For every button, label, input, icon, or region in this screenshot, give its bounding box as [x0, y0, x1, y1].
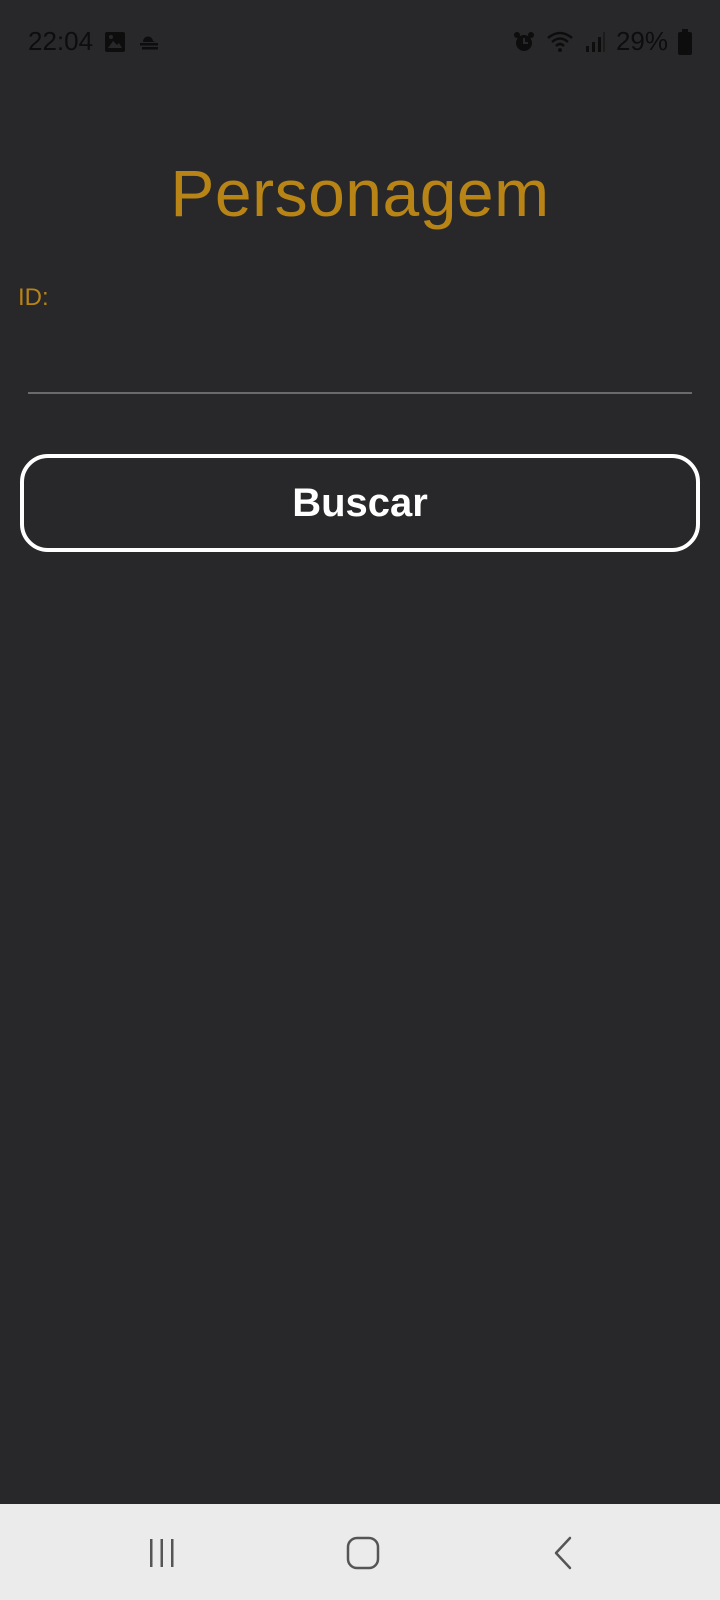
navigation-bar — [0, 1504, 720, 1600]
id-label: ID: — [18, 284, 49, 311]
alarm-icon — [512, 30, 536, 54]
page-title: Personagem — [170, 156, 550, 230]
battery-icon — [678, 28, 692, 55]
wifi-icon — [546, 30, 574, 54]
back-icon[interactable] — [534, 1528, 594, 1578]
search-button[interactable]: Buscar — [20, 454, 700, 552]
status-bar: 22:04 29% — [0, 0, 720, 84]
gallery-icon — [103, 30, 127, 54]
home-icon[interactable] — [333, 1528, 393, 1578]
id-input[interactable] — [28, 320, 692, 394]
signal-icon — [584, 30, 606, 54]
recent-apps-icon[interactable] — [132, 1528, 192, 1578]
status-left: 22:04 — [28, 26, 161, 57]
status-right: 29% — [512, 26, 692, 57]
weather-fog-icon — [137, 30, 161, 54]
clock: 22:04 — [28, 26, 94, 56]
battery-percent: 29% — [615, 26, 668, 56]
